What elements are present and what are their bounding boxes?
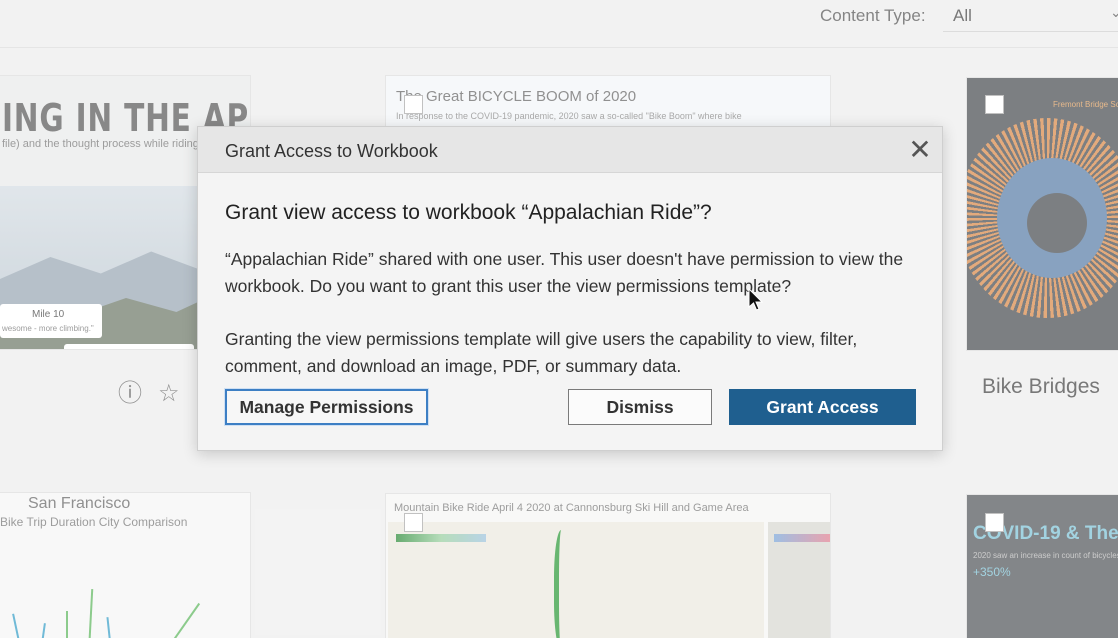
manage-permissions-button[interactable]: Manage Permissions	[225, 389, 428, 425]
close-icon[interactable]: ✕	[906, 136, 934, 165]
dialog-heading: Grant view access to workbook “Appalachi…	[225, 201, 712, 224]
mouse-pointer-icon	[748, 288, 764, 311]
dialog-message: “Appalachian Ride” shared with one user.…	[225, 249, 904, 296]
dialog-title: Grant Access to Workbook	[225, 141, 438, 161]
grant-access-button[interactable]: Grant Access	[729, 389, 916, 425]
grant-access-dialog: Grant Access to Workbook ✕ Grant view ac…	[197, 126, 943, 451]
dismiss-button[interactable]: Dismiss	[568, 389, 712, 425]
dialog-header: Grant Access to Workbook ✕	[198, 127, 942, 173]
dialog-description: Granting the view permissions template w…	[225, 329, 858, 376]
